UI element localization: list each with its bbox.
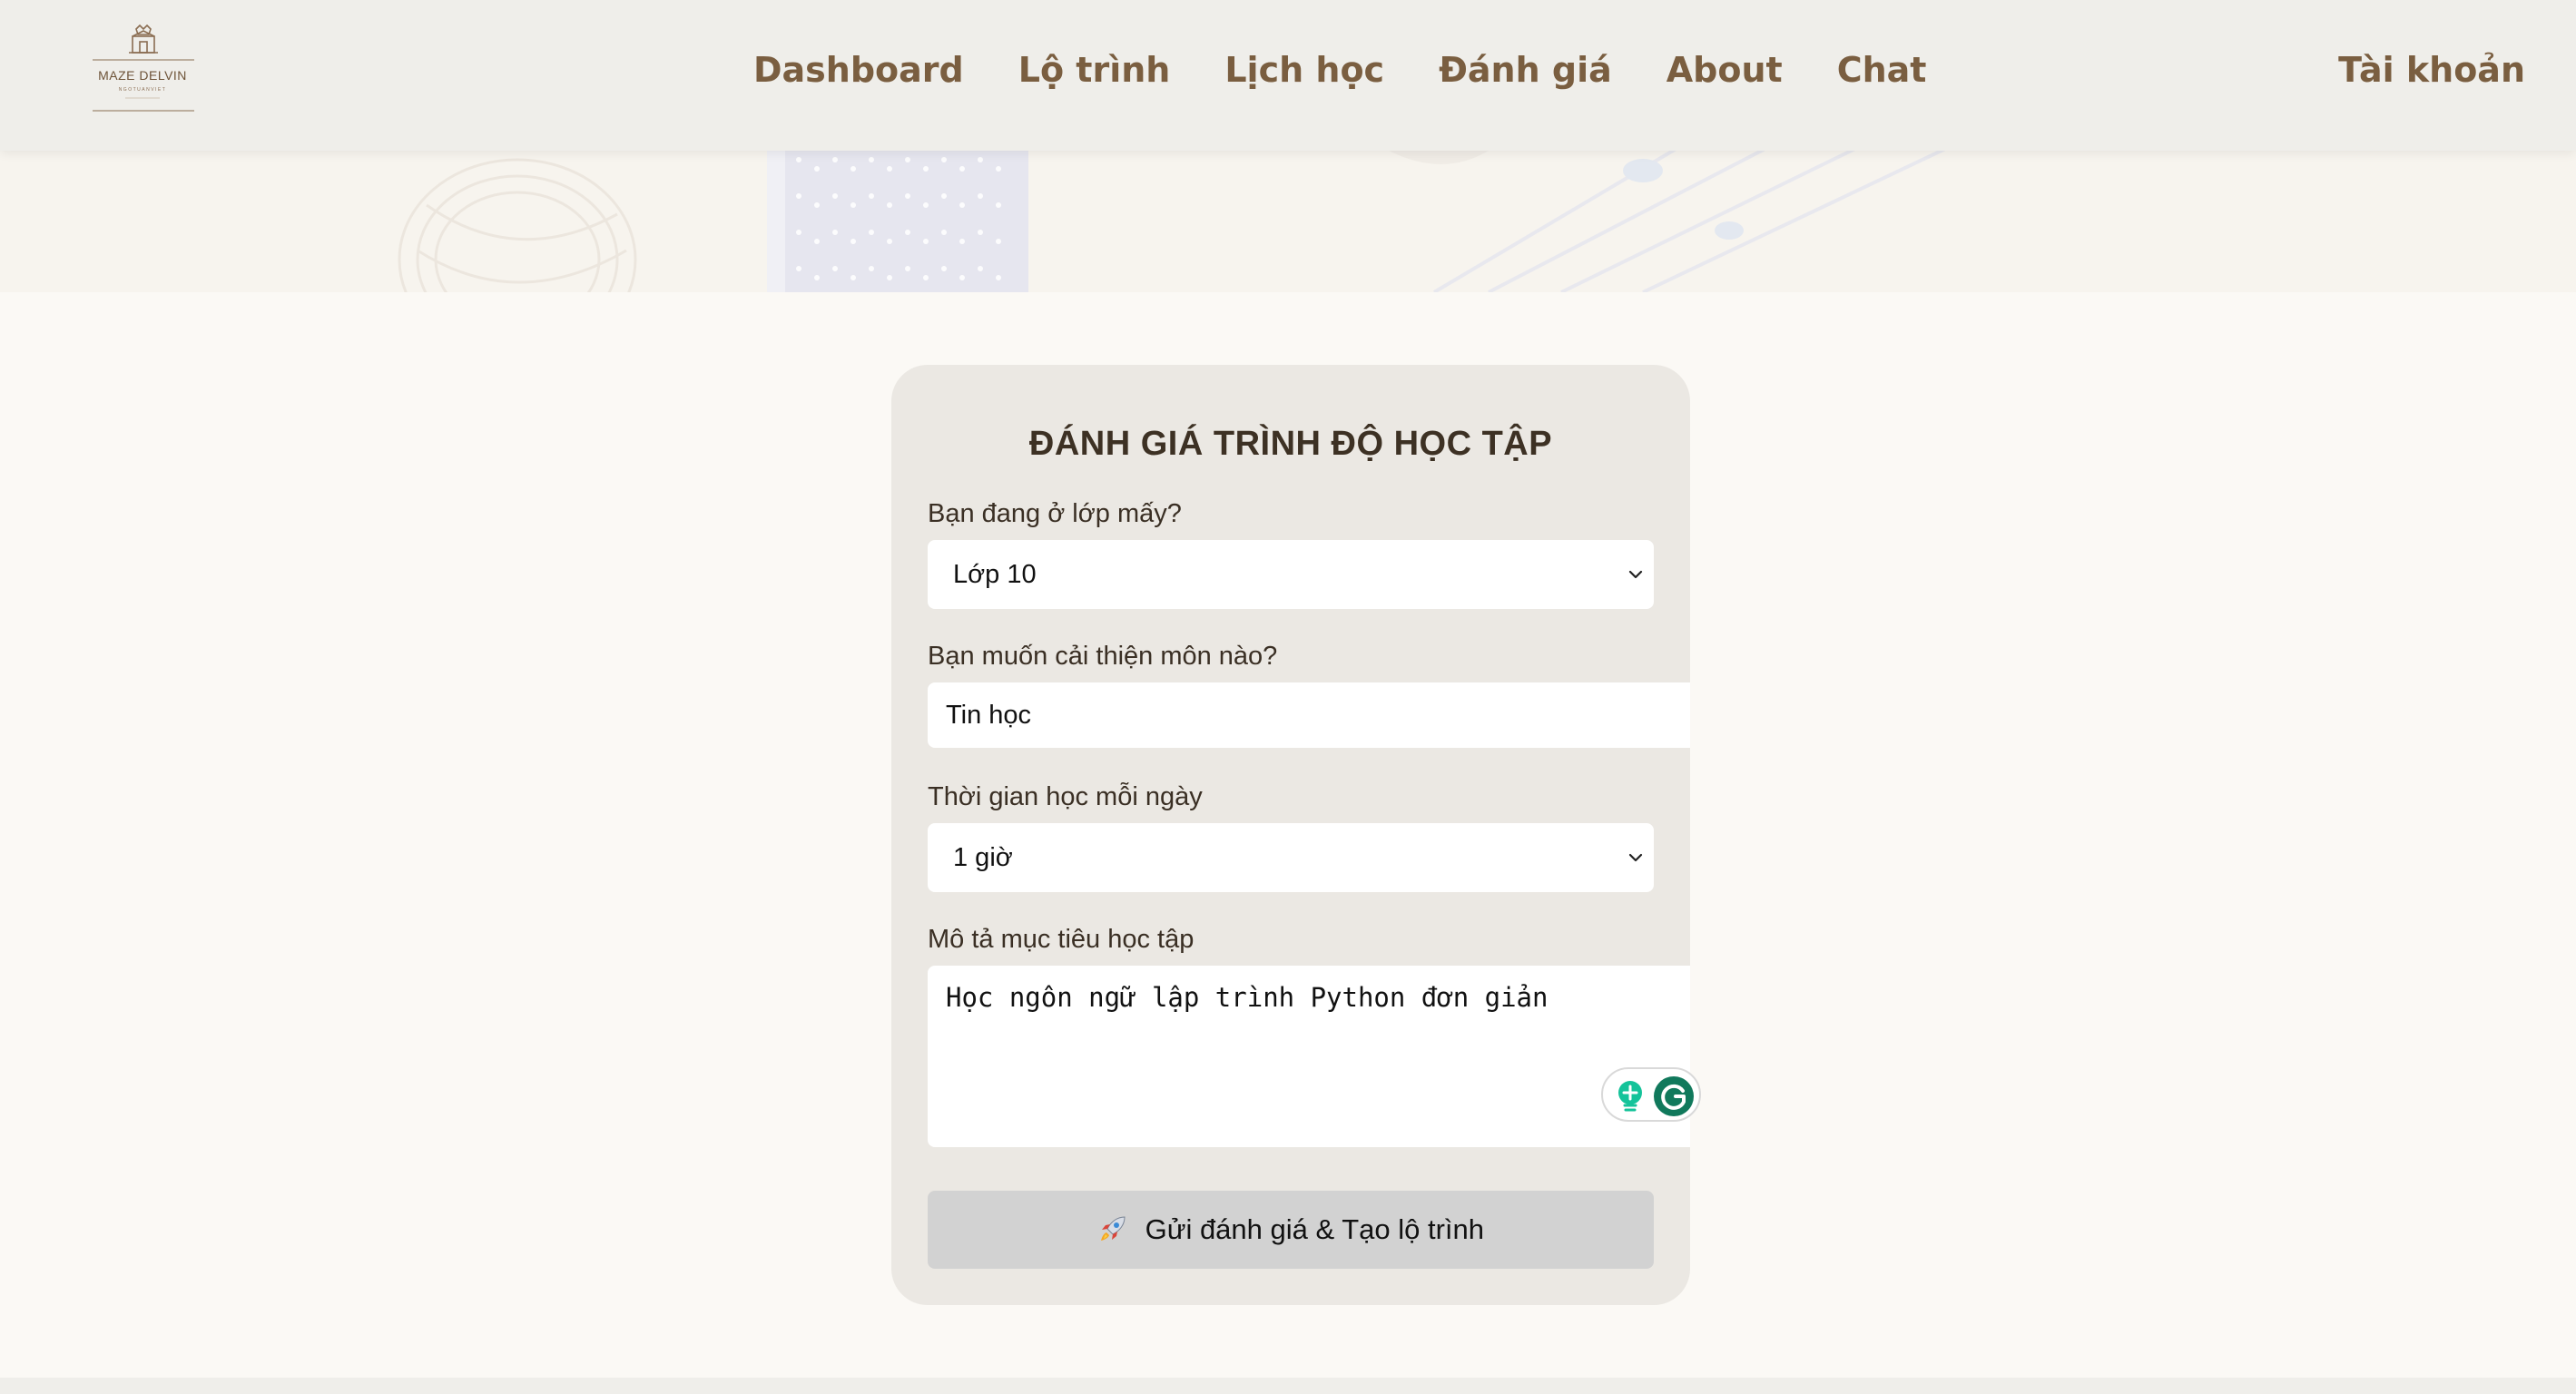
nav-item-schedule[interactable]: Lịch học	[1224, 47, 1384, 93]
brand-logo[interactable]: MAZE DELVIN NGOTUANVIET	[89, 24, 196, 114]
submit-button-label: Gửi đánh giá & Tạo lộ trình	[1145, 1213, 1485, 1245]
nav-item-chat[interactable]: Chat	[1837, 47, 1927, 93]
subject-label: Bạn muốn cải thiện môn nào?	[928, 642, 1278, 671]
grade-label: Bạn đang ở lớp mấy?	[928, 499, 1182, 528]
footer-strip	[0, 1378, 2576, 1394]
goal-label: Mô tả mục tiêu học tập	[928, 925, 1195, 954]
grade-select[interactable]: Lớp 10	[928, 540, 1654, 609]
nav-item-about[interactable]: About	[1667, 47, 1783, 93]
account-menu[interactable]: Tài khoản	[2338, 47, 2525, 93]
nav-item-roadmap[interactable]: Lộ trình	[1018, 47, 1171, 93]
logo-subtitle-text: NGOTUANVIET	[119, 87, 167, 93]
subject-input[interactable]: Tin học	[928, 682, 1690, 748]
site-header: MAZE DELVIN NGOTUANVIET Dashboard Lộ trì…	[0, 0, 2576, 151]
rocket-icon	[1100, 1216, 1126, 1241]
goal-textarea[interactable]: Học ngôn ngữ lập trình Python đơn giản	[928, 966, 1701, 1147]
nav-item-assessment[interactable]: Đánh giá	[1439, 47, 1612, 93]
form-title: ĐÁNH GIÁ TRÌNH ĐỘ HỌC TẬP	[1028, 425, 1553, 463]
nav-item-dashboard[interactable]: Dashboard	[753, 47, 964, 93]
goal-textarea-value: Học ngôn ngữ lập trình Python đơn giản	[946, 982, 1549, 1013]
logo-emblem-icon: MAZE DELVIN NGOTUANVIET	[93, 24, 194, 112]
study-time-select-value: 1 giờ	[953, 843, 1013, 872]
assessment-form-card: ĐÁNH GIÁ TRÌNH ĐỘ HỌC TẬP Bạn đang ở lớp…	[891, 365, 1701, 1305]
logo-brand-text: MAZE DELVIN	[98, 68, 187, 83]
lightbulb-icon	[1618, 1081, 1642, 1112]
chevron-down-icon	[1628, 853, 1643, 862]
grammarly-icon	[1654, 1076, 1694, 1116]
study-time-select[interactable]: 1 giờ	[928, 823, 1654, 892]
chevron-down-icon	[1628, 570, 1643, 579]
grammarly-widget[interactable]	[1601, 1067, 1701, 1122]
main-nav: Dashboard Lộ trình Lịch học Đánh giá Abo…	[753, 47, 1926, 93]
submit-button[interactable]: Gửi đánh giá & Tạo lộ trình	[928, 1191, 1654, 1269]
study-time-label: Thời gian học mỗi ngày	[928, 782, 1203, 811]
grade-select-value: Lớp 10	[953, 560, 1037, 589]
hero-banner	[0, 151, 2576, 292]
hero-illustration	[398, 151, 1946, 292]
